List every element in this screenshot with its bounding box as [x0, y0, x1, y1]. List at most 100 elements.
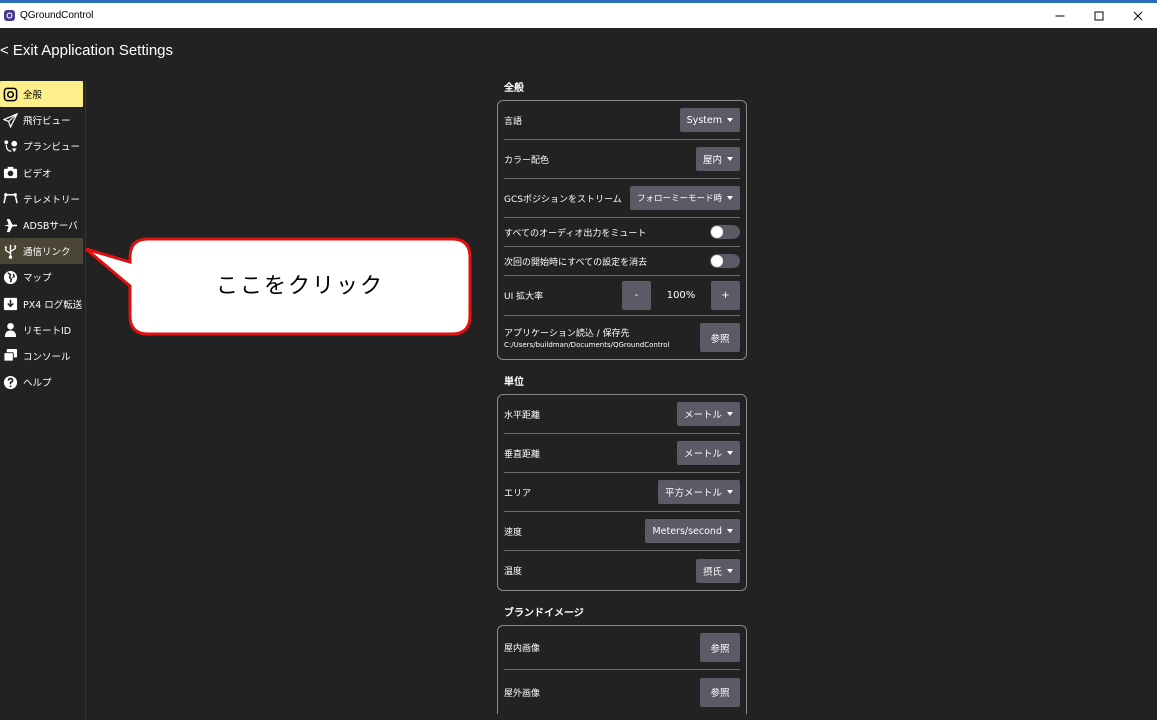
- horizontal-distance-label: 水平距離: [504, 410, 541, 421]
- temperature-dropdown[interactable]: 摂氏: [695, 558, 740, 583]
- maximize-button[interactable]: [1079, 3, 1118, 28]
- outdoor-image-label: 屋外画像: [504, 688, 541, 699]
- globe-icon: [3, 270, 18, 285]
- horizontal-distance-dropdown[interactable]: メートル: [676, 402, 740, 426]
- download-icon: [3, 296, 18, 311]
- sidebar-item-label: コンソール: [23, 351, 71, 363]
- close-button[interactable]: [1118, 3, 1157, 28]
- exit-settings-link[interactable]: < Exit Application Settings: [0, 42, 173, 59]
- speed-row: 速度 Meters/second: [504, 512, 740, 551]
- horizontal-distance-row: 水平距離 メートル: [504, 395, 740, 434]
- color-scheme-dropdown[interactable]: 屋内: [695, 147, 740, 171]
- ui-scale-value: 100%: [666, 290, 696, 301]
- airplane-icon: [3, 218, 18, 233]
- language-label: 言語: [504, 116, 523, 127]
- gcs-stream-row: GCSポジションをストリーム フォローミーモード時: [504, 179, 740, 218]
- settings-content: 全般 言語 System カラー配色 屋内 GCSポジションをストリーム フォロ…: [497, 78, 747, 714]
- chevron-down-icon: [727, 412, 733, 416]
- person-icon: [3, 322, 18, 338]
- toggle-knob: [711, 226, 723, 238]
- general-icon: [3, 87, 18, 102]
- sidebar-item-console[interactable]: コンソール: [0, 343, 83, 369]
- ui-scale-increase-button[interactable]: +: [711, 281, 740, 310]
- sidebar-item-label: ヘルプ: [23, 378, 52, 390]
- sidebar-item-label: テレメトリー: [23, 194, 81, 206]
- sidebar-item-comm-links[interactable]: 通信リンク: [0, 238, 83, 265]
- ui-scale-stepper: - 100% +: [622, 281, 740, 310]
- area-dropdown[interactable]: 平方メートル: [657, 480, 740, 504]
- area-row: エリア 平方メートル: [504, 473, 740, 512]
- camera-icon: [3, 165, 18, 180]
- sidebar-item-label: 通信リンク: [23, 247, 71, 259]
- speed-label: 速度: [504, 527, 523, 538]
- mute-audio-toggle[interactable]: [710, 225, 740, 239]
- telemetry-icon: [3, 191, 18, 206]
- gcs-stream-dropdown[interactable]: フォローミーモード時: [629, 186, 740, 210]
- section-title-units: 単位: [504, 377, 524, 388]
- app-path-row: アプリケーション読込 / 保存先 C:/Users/buildman/Docum…: [504, 316, 740, 359]
- indoor-image-browse-button[interactable]: 参照: [700, 633, 740, 662]
- paper-plane-icon: [3, 112, 18, 128]
- area-value: 平方メートル: [664, 488, 722, 499]
- sidebar-item-label: 飛行ビュー: [23, 116, 71, 128]
- vertical-distance-row: 垂直距離 メートル: [504, 434, 740, 473]
- sidebar-item-help[interactable]: ヘルプ: [0, 369, 83, 395]
- clear-settings-label: 次回の開始時にすべての設定を消去: [504, 257, 648, 268]
- minimize-button[interactable]: [1040, 3, 1079, 28]
- app-path-value: C:/Users/buildman/Documents/QGroundContr…: [504, 341, 670, 349]
- sidebar-item-label: ビデオ: [23, 168, 52, 180]
- sidebar-item-video[interactable]: ビデオ: [0, 160, 83, 186]
- outdoor-image-browse-button[interactable]: 参照: [700, 677, 740, 707]
- temperature-row: 温度 摂氏: [504, 551, 740, 590]
- sidebar-item-label: リモートID: [23, 325, 72, 337]
- app-path-browse-button[interactable]: 参照: [700, 323, 740, 352]
- clear-settings-toggle[interactable]: [710, 254, 740, 268]
- chevron-down-icon: [727, 490, 733, 494]
- toggle-knob: [711, 255, 723, 267]
- clear-settings-row: 次回の開始時にすべての設定を消去: [504, 247, 740, 276]
- sidebar-item-adsb[interactable]: ADSBサーバ: [0, 212, 83, 238]
- sidebar-item-plan-view[interactable]: プランビュー: [0, 133, 83, 159]
- units-group: 水平距離 メートル 垂直距離 メートル エリア 平方メートル 速度 Meters…: [497, 394, 747, 591]
- close-icon: [1133, 11, 1142, 20]
- temperature-value: 摂氏: [702, 566, 722, 578]
- help-icon: [3, 375, 18, 390]
- app-logo-icon: [4, 10, 15, 21]
- console-icon: [3, 348, 18, 363]
- temperature-label: 温度: [504, 567, 523, 577]
- vertical-distance-value: メートル: [683, 449, 722, 460]
- sidebar-item-fly-view[interactable]: 飛行ビュー: [0, 107, 83, 133]
- indoor-image-row: 屋内画像 参照: [504, 626, 740, 670]
- sidebar-item-telemetry[interactable]: テレメトリー: [0, 186, 83, 212]
- language-dropdown[interactable]: System: [679, 108, 740, 132]
- title-bar: QGroundControl: [0, 3, 1157, 28]
- sidebar-item-general[interactable]: 全般: [0, 81, 83, 108]
- minimize-icon: [1055, 15, 1064, 16]
- area-label: エリア: [504, 488, 532, 499]
- vertical-distance-dropdown[interactable]: メートル: [676, 441, 740, 465]
- sidebar-item-label: プランビュー: [23, 142, 81, 154]
- indoor-image-label: 屋内画像: [504, 644, 541, 654]
- chevron-down-icon: [727, 568, 733, 573]
- ui-scale-decrease-button[interactable]: -: [622, 281, 651, 310]
- sidebar-item-px4-log[interactable]: PX4 ログ転送: [0, 291, 83, 317]
- sidebar-item-label: ADSBサーバ: [23, 221, 78, 233]
- sidebar-item-label: 全般: [23, 90, 43, 102]
- speed-value: Meters/second: [652, 525, 722, 537]
- callout-text: ここをクリック: [215, 274, 384, 299]
- chevron-down-icon: [727, 451, 733, 455]
- chevron-down-icon: [727, 196, 733, 200]
- horizontal-distance-value: メートル: [683, 410, 722, 421]
- chevron-down-icon: [727, 157, 733, 161]
- brand-group: 屋内画像 参照 屋外画像 参照: [497, 625, 747, 714]
- color-scheme-label: カラー配色: [504, 155, 550, 166]
- chevron-down-icon: [727, 118, 733, 122]
- sidebar-item-label: マップ: [23, 273, 52, 285]
- sidebar-item-remote-id[interactable]: リモートID: [0, 317, 83, 343]
- speed-dropdown[interactable]: Meters/second: [645, 519, 740, 543]
- sidebar-item-map[interactable]: マップ: [0, 264, 83, 290]
- usb-icon: [3, 244, 18, 259]
- chevron-down-icon: [727, 529, 733, 533]
- outdoor-image-row: 屋外画像 参照: [504, 670, 740, 714]
- sidebar-divider: [85, 81, 86, 720]
